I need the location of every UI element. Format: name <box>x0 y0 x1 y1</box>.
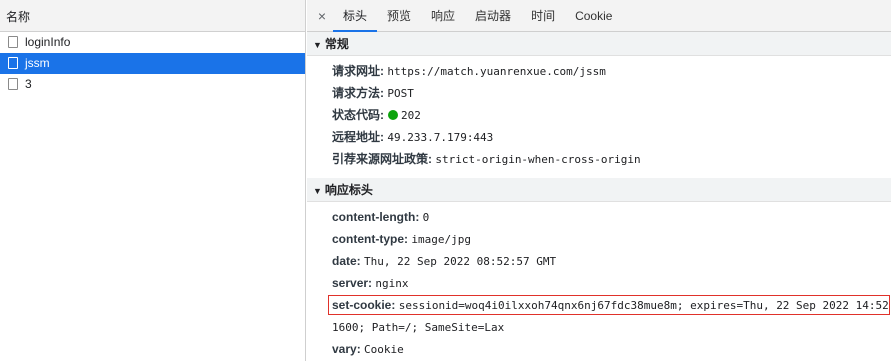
header-key: 请求网址: <box>332 64 384 78</box>
content-type-row: content-type: image/jpg <box>307 228 891 250</box>
remote-address-row: 远程地址: 49.233.7.179:443 <box>307 126 891 148</box>
general-section-header[interactable]: ▼ 常规 <box>307 32 891 56</box>
status-code-row: 状态代码: 202 <box>307 104 891 126</box>
header-value: image/jpg <box>411 233 471 246</box>
request-name: jssm <box>25 56 50 70</box>
tab-timing[interactable]: 时间 <box>521 0 565 32</box>
tab-cookie[interactable]: Cookie <box>565 0 622 32</box>
tab-headers[interactable]: 标头 <box>333 0 378 32</box>
server-row: server: nginx <box>307 272 891 294</box>
request-item-logininfo[interactable]: loginInfo <box>0 32 305 53</box>
content-length-row: content-length: 0 <box>307 206 891 228</box>
section-title: 响应标头 <box>324 183 373 197</box>
header-value: Thu, 22 Sep 2022 08:52:57 GMT <box>364 255 557 268</box>
highlight-box <box>328 295 890 315</box>
header-value: 202 <box>401 109 421 122</box>
set-cookie-continuation: 1600; Path=/; SameSite=Lax <box>307 316 891 338</box>
header-key: content-length: <box>332 210 420 224</box>
response-headers-section-header[interactable]: ▼ 响应标头 <box>307 178 891 202</box>
request-method-row: 请求方法: POST <box>307 82 891 104</box>
header-value: nginx <box>375 277 409 290</box>
request-item-3[interactable]: 3 <box>0 74 305 95</box>
request-details-panel: × 标头 预览 响应 启动器 时间 Cookie ▼ 常规 请求网址: https… <box>307 0 891 361</box>
request-list-panel: 名称 loginInfo jssm 3 <box>0 0 306 361</box>
name-column-header[interactable]: 名称 <box>0 0 305 32</box>
details-tab-bar: × 标头 预览 响应 启动器 时间 Cookie <box>307 0 891 32</box>
header-key: 远程地址: <box>332 130 384 144</box>
request-checkbox[interactable] <box>8 57 18 69</box>
header-value: 0 <box>422 211 430 224</box>
request-name: loginInfo <box>25 35 71 49</box>
referrer-policy-row: 引荐来源网址政策: strict-origin-when-cross-origi… <box>307 148 891 170</box>
close-icon[interactable]: × <box>311 8 333 24</box>
request-item-jssm[interactable]: jssm <box>0 53 305 74</box>
request-checkbox[interactable] <box>8 78 18 90</box>
header-value: Cookie <box>364 343 404 356</box>
vary-row: vary: Cookie <box>307 338 891 360</box>
header-value: strict-origin-when-cross-origin <box>435 153 641 166</box>
header-value: 1600; Path=/; SameSite=Lax <box>332 321 505 334</box>
header-value: 49.233.7.179:443 <box>387 131 494 144</box>
header-key: date: <box>332 254 361 268</box>
header-value: POST <box>387 87 414 100</box>
tab-initiator[interactable]: 启动器 <box>465 0 521 32</box>
header-key: 请求方法: <box>332 86 384 100</box>
request-url-row: 请求网址: https://match.yuanrenxue.com/jssm <box>307 60 891 82</box>
section-title: 常规 <box>324 37 349 51</box>
status-ok-icon <box>388 110 398 120</box>
set-cookie-row: set-cookie: sessionid=woq4i0ilxxoh74qnx6… <box>307 294 891 316</box>
request-name: 3 <box>25 77 32 91</box>
header-key: vary: <box>332 342 361 356</box>
tab-response[interactable]: 响应 <box>421 0 465 32</box>
header-key: server: <box>332 276 373 290</box>
tab-preview[interactable]: 预览 <box>377 0 421 32</box>
date-row: date: Thu, 22 Sep 2022 08:52:57 GMT <box>307 250 891 272</box>
triangle-down-icon: ▼ <box>313 186 322 196</box>
header-key: 状态代码: <box>332 108 384 122</box>
request-checkbox[interactable] <box>8 36 18 48</box>
header-key: content-type: <box>332 232 408 246</box>
header-value: https://match.yuanrenxue.com/jssm <box>387 65 606 78</box>
triangle-down-icon: ▼ <box>313 40 322 50</box>
header-key: 引荐来源网址政策: <box>332 152 432 166</box>
